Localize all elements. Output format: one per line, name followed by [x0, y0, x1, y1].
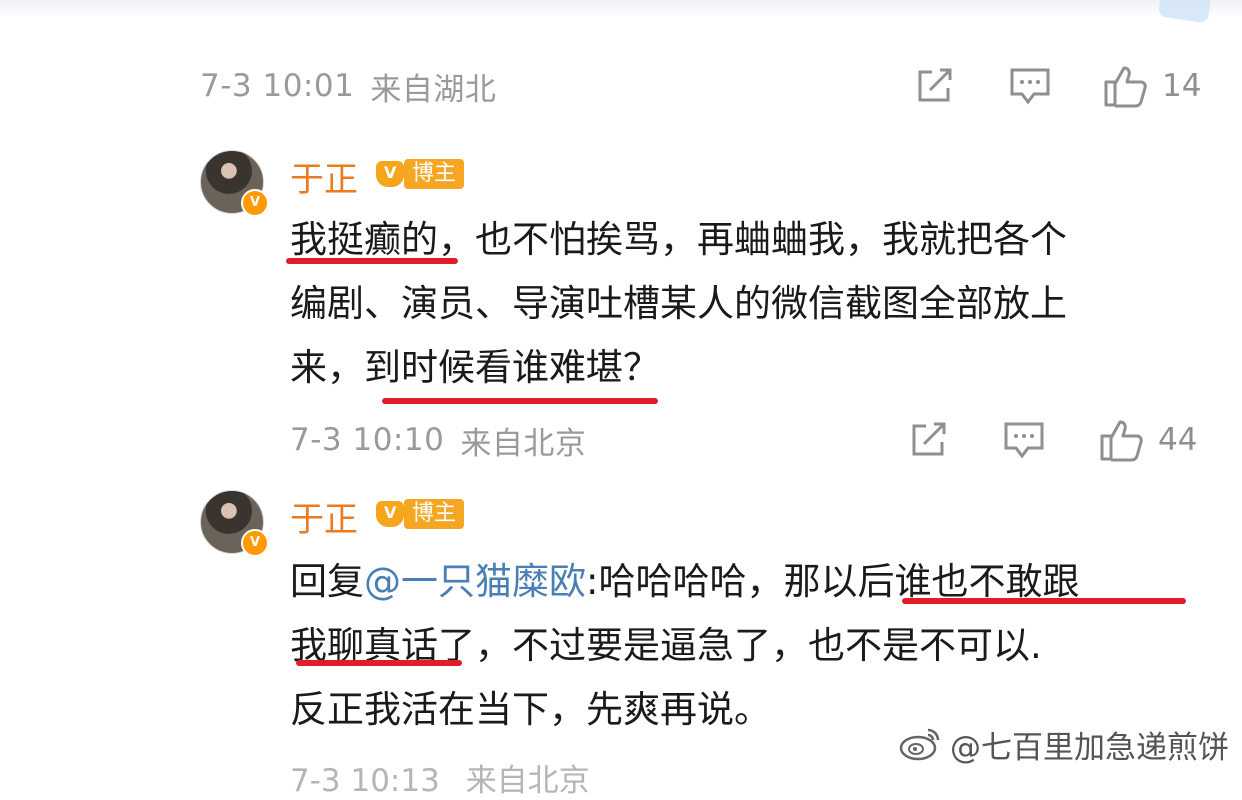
- share-icon: [912, 422, 946, 456]
- username[interactable]: 于正: [290, 492, 358, 541]
- comment-meta: 7-3 10:01 来自湖北: [200, 64, 496, 108]
- red-underline: [286, 258, 458, 264]
- reply-prefix: 回复: [290, 560, 364, 603]
- comment-button[interactable]: [1002, 418, 1046, 462]
- red-underline: [902, 598, 1186, 604]
- like-count: 44: [1158, 422, 1198, 458]
- like-button[interactable]: 14: [1102, 64, 1201, 108]
- blogger-badge: V 博主: [374, 497, 465, 531]
- avatar[interactable]: V: [200, 150, 269, 217]
- watermark-text: @七百里加急递煎饼: [950, 729, 1229, 766]
- share-button[interactable]: [908, 418, 950, 462]
- like-button[interactable]: 44: [1098, 418, 1197, 462]
- weibo-logo-icon: [898, 726, 942, 762]
- comment-icon: [1010, 68, 1050, 105]
- crown-icon: V: [374, 157, 406, 191]
- share-button[interactable]: [914, 64, 956, 108]
- comment-text: :哈哈哈哈，那以后谁也不敢跟: [586, 560, 1080, 603]
- badge-gem-icon: [1157, 0, 1213, 24]
- red-underline: [382, 398, 658, 404]
- comment-text-line: 来，到时候看谁难堪？: [290, 346, 660, 389]
- avatar[interactable]: V: [200, 490, 269, 557]
- red-underline: [296, 660, 462, 666]
- comment-meta: 7-3 10:10 来自北京: [290, 418, 586, 462]
- comment-meta-partial: 7-3 10:13 来自北京: [290, 755, 590, 800]
- share-icon: [918, 68, 952, 102]
- watermark: @七百里加急递煎饼: [892, 718, 1235, 770]
- comment-location: 来自北京: [465, 763, 590, 799]
- verified-icon: V: [241, 189, 269, 217]
- comment-button[interactable]: [1008, 64, 1052, 108]
- username[interactable]: 于正: [290, 152, 358, 201]
- thumbs-up-icon: [1104, 66, 1147, 108]
- comment-text-line: 编剧、演员、导演吐槽某人的微信截图全部放上: [290, 282, 1067, 325]
- blogger-badge-label: 博主: [404, 159, 465, 189]
- comment-text-line: 我聊真话了，不过要是逼急了，也不是不可以.: [290, 624, 1042, 667]
- comment-icon: [1004, 422, 1044, 459]
- crown-icon: V: [374, 497, 406, 531]
- mention-link[interactable]: @一只猫糜欧: [364, 560, 586, 603]
- comment-time: 7-3 10:13: [290, 763, 440, 799]
- thumbs-up-icon: [1100, 420, 1143, 462]
- top-edge: [0, 0, 1242, 18]
- comment-time: 7-3 10:01: [200, 68, 355, 104]
- like-count: 14: [1162, 68, 1202, 104]
- comment-location: 来自北京: [460, 425, 587, 462]
- blogger-badge: V 博主: [374, 157, 465, 191]
- comment-location: 来自湖北: [370, 71, 497, 108]
- blogger-badge-label: 博主: [404, 499, 465, 529]
- comment-text-line: 反正我活在当下，先爽再说。: [290, 688, 771, 731]
- comment-time: 7-3 10:10: [290, 422, 445, 458]
- comment-text-line: 回复@一只猫糜欧:哈哈哈哈，那以后谁也不敢跟: [290, 550, 1079, 614]
- verified-icon: V: [241, 529, 269, 557]
